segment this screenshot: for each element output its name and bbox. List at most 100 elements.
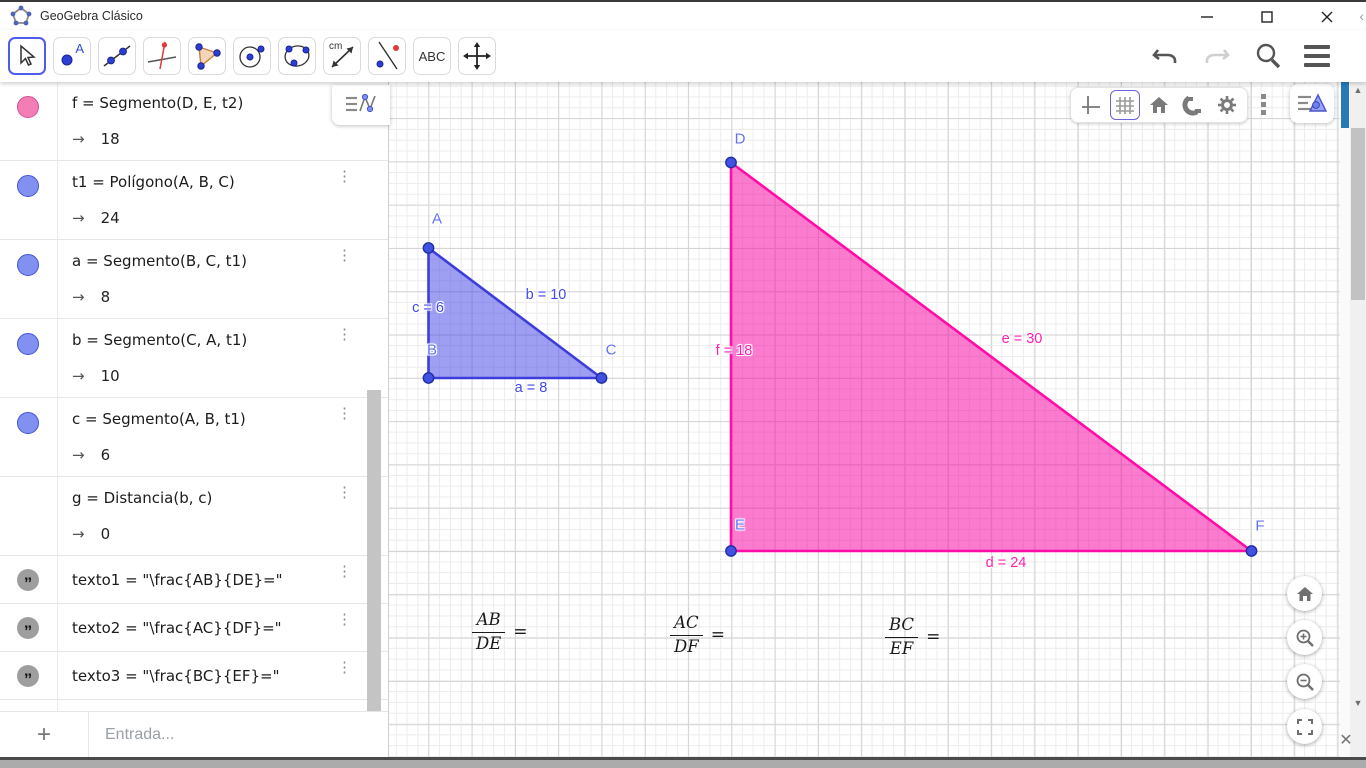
text-fraction-BC-EF[interactable]: BCEF = (885, 615, 940, 659)
add-input-icon[interactable]: + (0, 721, 88, 749)
main-toolbar: A (0, 30, 1366, 82)
algebra-style-button[interactable] (332, 85, 390, 125)
row-menu-icon[interactable]: ⋮ (337, 248, 352, 263)
text-fraction-AB-DE[interactable]: ABDE = (472, 610, 528, 654)
visibility-toggle[interactable] (17, 96, 39, 118)
circle-center-point-tool[interactable] (233, 37, 271, 75)
row-menu-icon[interactable]: ⋮ (337, 564, 352, 579)
reflect-tool[interactable] (368, 37, 406, 75)
row-menu-icon[interactable]: ⋮ (337, 660, 352, 675)
home-icon[interactable] (1287, 576, 1322, 611)
move-graphics-view-tool[interactable] (458, 37, 496, 75)
text-object-icon[interactable]: ” (17, 569, 39, 591)
visibility-toggle[interactable] (17, 175, 39, 197)
zoom-out-icon[interactable] (1287, 664, 1322, 699)
row-value: 6 (101, 446, 111, 464)
point-A[interactable] (423, 243, 433, 253)
point-F[interactable] (1246, 546, 1256, 556)
scroll-up-icon[interactable]: ▲ (1350, 85, 1366, 95)
distance-tool[interactable]: cm (323, 37, 361, 75)
algebra-descriptions-icon (344, 93, 378, 117)
algebra-row-g[interactable]: g = Distancia(b, c) →0 ⋮ (0, 477, 388, 556)
search-icon[interactable] (1254, 42, 1282, 70)
fullscreen-icon[interactable] (1287, 709, 1322, 744)
visibility-toggle[interactable] (17, 254, 39, 276)
polygon-icon (191, 40, 223, 72)
graphics-style-button[interactable] (1290, 84, 1334, 123)
right-rail: ▲ ▼ ✕ (1340, 82, 1366, 757)
move-canvas-icon (462, 41, 492, 71)
algebra-row-b[interactable]: b = Segmento(C, A, t1) →10 ⋮ (0, 319, 388, 398)
graphics-stylebar (1070, 87, 1248, 123)
algebra-row-f[interactable]: f = Segmento(D, E, t2) →18 (0, 82, 388, 161)
axes-icon[interactable] (1076, 90, 1106, 120)
visibility-toggle[interactable] (17, 333, 39, 355)
row-menu-icon[interactable]: ⋮ (337, 485, 352, 500)
move-tool[interactable] (8, 37, 46, 75)
perpendicular-icon (146, 40, 178, 72)
text-tool[interactable]: ABC (413, 37, 451, 75)
line-icon (101, 40, 133, 72)
undo-icon[interactable] (1150, 43, 1180, 69)
text-object-icon[interactable]: ” (17, 617, 39, 639)
row-menu-icon[interactable]: ⋮ (337, 406, 352, 421)
algebra-scrollbar[interactable] (367, 390, 381, 742)
geogebra-logo (10, 5, 32, 27)
close-icon[interactable] (1314, 4, 1340, 30)
scrollbar-thumb[interactable] (1351, 128, 1365, 300)
triangle-abc[interactable] (429, 248, 602, 378)
algebra-row-t1[interactable]: t1 = Polígono(A, B, C) →24 ⋮ (0, 161, 388, 240)
label-C: C (606, 342, 617, 359)
minimize-icon[interactable] (1194, 4, 1220, 30)
edge-label-e: e = 30 (1002, 331, 1043, 347)
geogebra-window: GeoGebra Clásico ‹ A (0, 0, 1366, 768)
redo-icon[interactable] (1202, 43, 1232, 69)
row-value: 0 (101, 525, 111, 543)
point-C[interactable] (596, 373, 606, 383)
menu-icon[interactable] (1304, 45, 1330, 67)
scroll-down-icon[interactable]: ▼ (1350, 698, 1366, 708)
title-bar: GeoGebra Clásico ‹ (0, 0, 1366, 30)
point-E[interactable] (726, 546, 736, 556)
conic-through-points-tool[interactable] (278, 37, 316, 75)
algebra-row-texto3[interactable]: ” texto3 = "\frac{BC}{EF}=" ⋮ (0, 652, 388, 700)
grid-icon[interactable] (1110, 90, 1140, 120)
graphics-view[interactable]: A B C D E F c = 6 b = 10 a = 8 f = 18 e … (389, 82, 1340, 757)
settings-gear-icon[interactable] (1212, 90, 1242, 120)
label-B: B (427, 342, 437, 359)
maximize-icon[interactable] (1254, 4, 1280, 30)
point-tool[interactable]: A (53, 37, 91, 75)
algebra-row-texto2[interactable]: ” texto2 = "\frac{AC}{DF}=" ⋮ (0, 604, 388, 652)
algebra-row-texto1[interactable]: ” texto1 = "\frac{AB}{DE}=" ⋮ (0, 556, 388, 604)
panel-close-icon[interactable]: ✕ (1337, 730, 1355, 750)
edge-chevron-icon[interactable]: ‹ (1359, 8, 1364, 24)
input-placeholder: Entrada... (105, 726, 174, 744)
polygon-tool[interactable] (188, 37, 226, 75)
zoom-in-icon[interactable] (1287, 620, 1322, 655)
row-menu-icon[interactable]: ⋮ (337, 327, 352, 342)
algebra-row-c[interactable]: c = Segmento(A, B, t1) →6 ⋮ (0, 398, 388, 477)
row-menu-icon[interactable]: ⋮ (337, 169, 352, 184)
label-E: E (735, 517, 745, 534)
algebra-input[interactable]: Entrada... (88, 712, 388, 757)
point-D[interactable] (726, 157, 736, 167)
algebra-row-a[interactable]: a = Segmento(B, C, t1) →8 ⋮ (0, 240, 388, 319)
line-tool[interactable] (98, 37, 136, 75)
row-value: 8 (101, 288, 111, 306)
row-value: 24 (101, 209, 120, 227)
home-view-icon[interactable] (1144, 90, 1174, 120)
edge-label-a: a = 8 (515, 380, 548, 396)
reflect-icon (371, 40, 403, 72)
visibility-toggle[interactable] (17, 412, 39, 434)
kebab-menu-icon[interactable] (1261, 94, 1266, 115)
text-fraction-AC-DF[interactable]: ACDF = (670, 613, 725, 657)
point-B[interactable] (423, 373, 433, 383)
snap-magnet-icon[interactable] (1178, 90, 1208, 120)
text-object-icon[interactable]: ” (17, 665, 39, 687)
row-menu-icon[interactable]: ⋮ (337, 612, 352, 627)
label-D: D (735, 131, 746, 148)
algebra-input-row: + Entrada... (0, 711, 388, 757)
triangle-def[interactable] (731, 163, 1252, 552)
edge-label-b: b = 10 (526, 287, 567, 303)
perpendicular-line-tool[interactable] (143, 37, 181, 75)
